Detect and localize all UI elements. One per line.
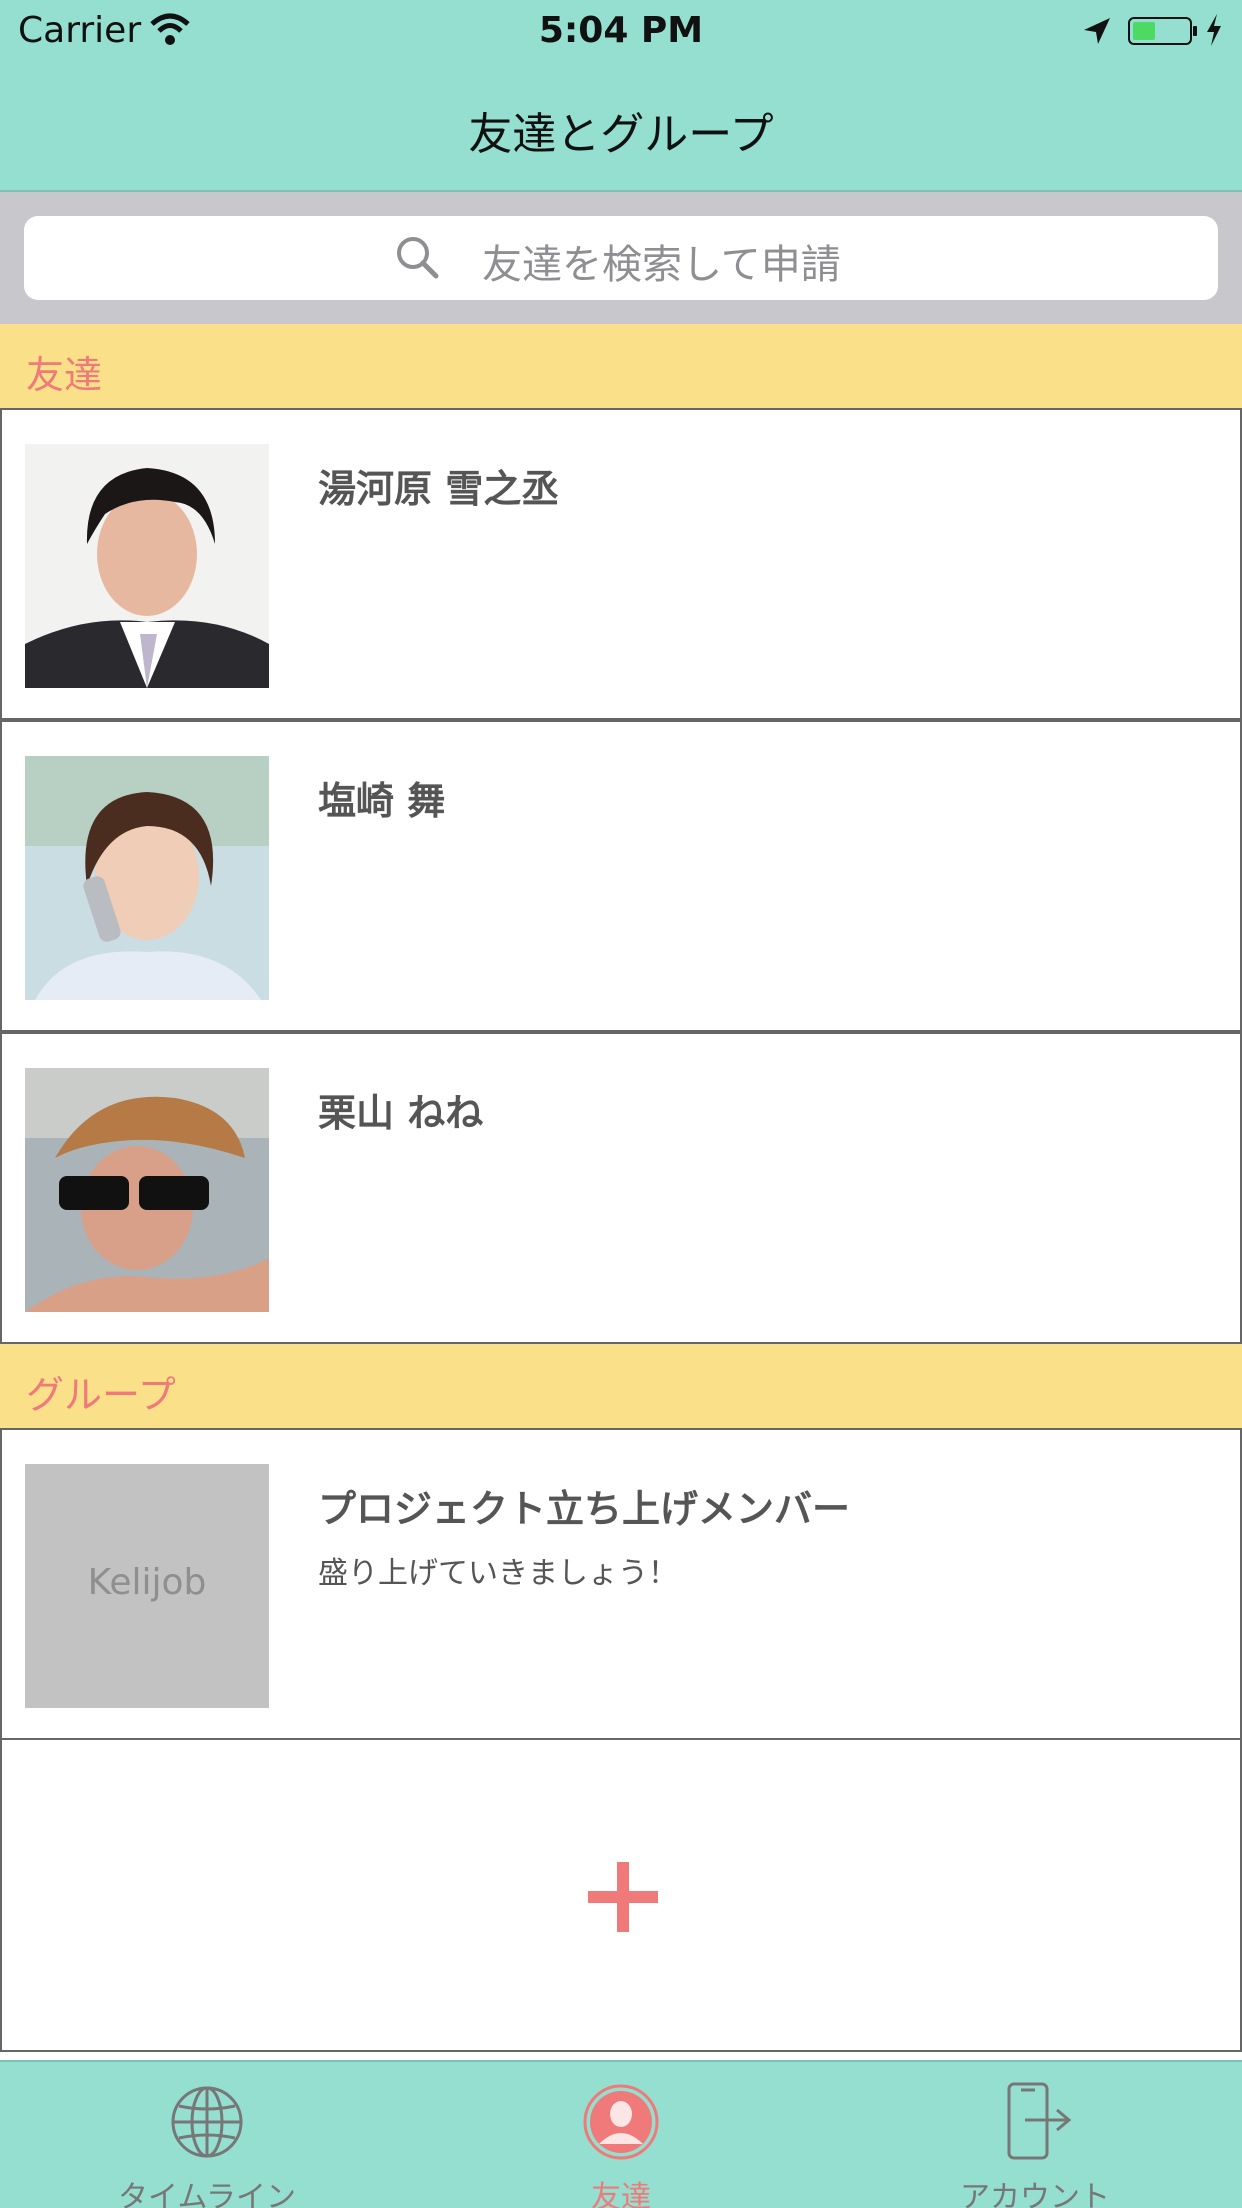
- search-area: 友達を検索して申請: [0, 192, 1242, 324]
- avatar: [25, 1068, 269, 1312]
- tab-friends[interactable]: 友達: [414, 2062, 828, 2208]
- search-placeholder: 友達を検索して申請: [482, 242, 841, 288]
- avatar: [25, 756, 269, 1000]
- status-time: 5:04 PM: [538, 10, 704, 51]
- group-row[interactable]: Kelijob プロジェクト立ち上げメンバー 盛り上げていきましょう！: [0, 1428, 1242, 1740]
- charging-bolt-icon: [1207, 14, 1221, 46]
- tab-label: タイムライン: [118, 2180, 296, 2208]
- tab-timeline[interactable]: タイムライン: [0, 2062, 414, 2208]
- group-avatar-placeholder: Kelijob: [87, 1562, 207, 1603]
- friend-row[interactable]: 湯河原 雪之丞: [0, 408, 1242, 720]
- friend-name: 栗山 ねね: [318, 1091, 484, 1135]
- globe-icon: [171, 2086, 243, 2158]
- page-title: 友達とグループ: [468, 109, 774, 160]
- battery-icon: [1128, 17, 1197, 45]
- search-input[interactable]: 友達を検索して申請: [24, 216, 1218, 300]
- logout-icon: [1007, 2082, 1072, 2160]
- section-title: 友達: [26, 353, 103, 397]
- group-name: プロジェクト立ち上げメンバー: [318, 1487, 851, 1531]
- section-header-friends: 友達: [0, 324, 1242, 410]
- search-icon: [397, 237, 439, 279]
- tab-account[interactable]: アカウント: [828, 2062, 1242, 2208]
- friend-row[interactable]: 栗山 ねね: [0, 1032, 1242, 1344]
- avatar: [25, 444, 269, 688]
- group-subtitle: 盛り上げていきましょう！: [318, 1556, 678, 1591]
- section-header-groups: グループ: [0, 1344, 1242, 1430]
- person-icon: [583, 2084, 659, 2160]
- group-avatar: Kelijob: [25, 1464, 269, 1708]
- nav-bar: 友達とグループ: [0, 64, 1242, 192]
- plus-icon[interactable]: [588, 1862, 658, 1932]
- location-arrow-icon: [1084, 18, 1110, 44]
- section-title: グループ: [26, 1373, 176, 1417]
- friend-name: 湯河原 雪之丞: [318, 467, 560, 511]
- status-bar: Carrier 5:04 PM: [0, 0, 1242, 64]
- tab-bar: タイムライン 友達 アカウント: [0, 2060, 1242, 2208]
- friend-name: 塩崎 舞: [318, 779, 446, 823]
- tab-label: アカウント: [960, 2180, 1110, 2208]
- tab-label: 友達: [591, 2180, 651, 2208]
- friend-row[interactable]: 塩崎 舞: [0, 720, 1242, 1032]
- add-group-row[interactable]: [0, 1740, 1242, 2052]
